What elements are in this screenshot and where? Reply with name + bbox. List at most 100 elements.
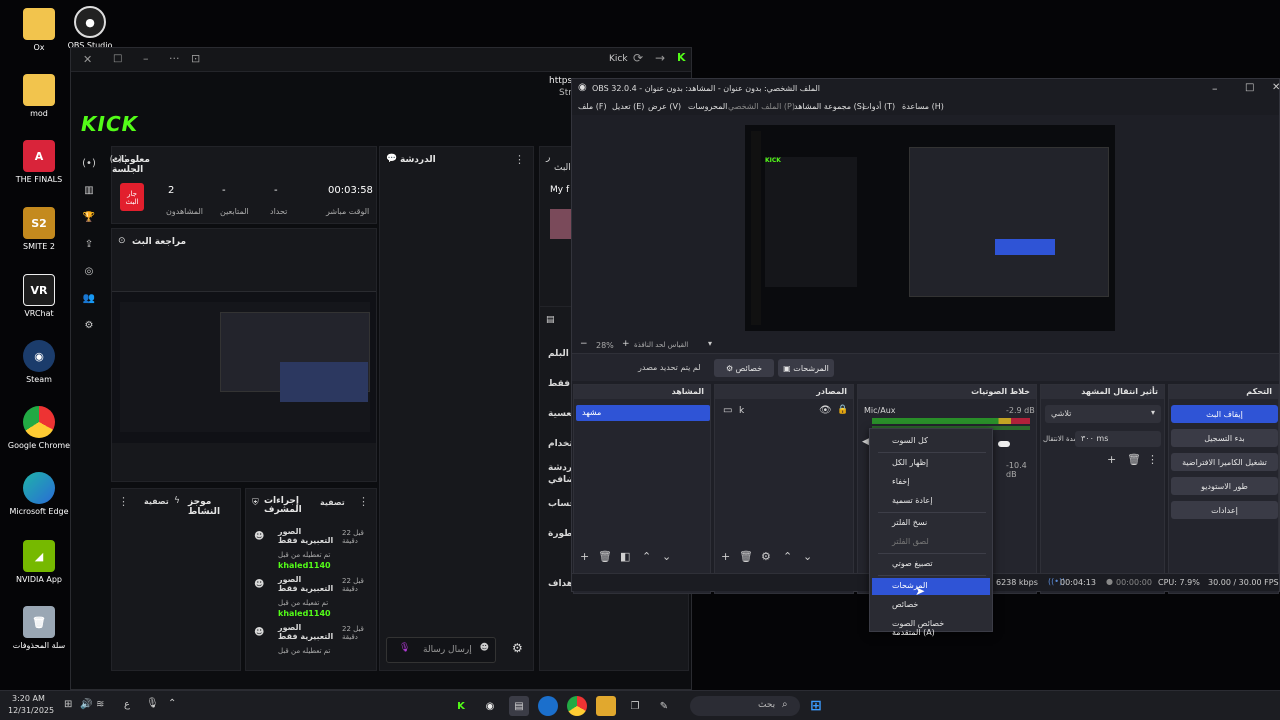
more-icon[interactable]: ···: [169, 52, 180, 65]
menu-docks[interactable]: المحروسات: [688, 102, 727, 111]
menu-item-rename[interactable]: إعادة تسمية: [872, 493, 990, 510]
desktop-icon-obs[interactable]: ● OBS Studio: [55, 6, 125, 50]
stop-streaming-button[interactable]: إيقاف البث: [1171, 405, 1278, 423]
language-indicator[interactable]: ع: [124, 699, 130, 710]
settings-icon[interactable]: ⚙: [80, 316, 98, 334]
source-item[interactable]: k: [739, 406, 744, 416]
chevron-down-icon[interactable]: ▾: [708, 339, 712, 348]
menu-help[interactable]: مساعدة (H): [902, 102, 944, 111]
trash-icon[interactable]: 🗑: [1127, 453, 1141, 466]
duration-input[interactable]: ٣٠٠ ms: [1075, 431, 1161, 447]
trophy-icon[interactable]: 🏆: [80, 208, 98, 226]
more-icon[interactable]: ⋮: [1147, 453, 1158, 466]
transition-select[interactable]: تلاشي ▾: [1045, 405, 1161, 423]
menu-item-unhide-all[interactable]: إظهار الكل: [872, 455, 990, 472]
chart-icon[interactable]: ▥: [80, 181, 98, 199]
obs-taskbar-icon[interactable]: ◉: [480, 696, 500, 716]
fit-label[interactable]: القياس لحد النافذة: [634, 341, 688, 349]
add-icon[interactable]: +: [1107, 453, 1116, 466]
mic-icon[interactable]: 🎙: [399, 643, 410, 653]
gear-icon[interactable]: ⚙: [761, 550, 771, 563]
speaker-icon[interactable]: ◀: [862, 437, 869, 447]
desktop-icon-chrome[interactable]: Google Chrome: [4, 406, 74, 450]
studio-mode-button[interactable]: طور الاستوديو: [1171, 477, 1278, 495]
menu-item-advanced-audio[interactable]: خصائص الصوت المتقدمة (A): [872, 616, 990, 637]
volume-slider[interactable]: [998, 441, 1010, 447]
search-box[interactable]: بحث ⌕: [690, 696, 800, 716]
mod-action-user[interactable]: khaled1140: [278, 561, 331, 570]
start-recording-button[interactable]: بدء التسجيل: [1171, 429, 1278, 447]
menu-item-paste-filters[interactable]: لصق الفلتر: [872, 534, 990, 551]
close-icon[interactable]: ✕: [1272, 82, 1280, 93]
screenshot-icon[interactable]: ⊡: [191, 52, 200, 65]
scene-item[interactable]: مشهد: [576, 405, 710, 421]
zoom-out-icon[interactable]: −: [580, 339, 588, 349]
more-icon[interactable]: ⋮: [358, 495, 369, 508]
trash-icon[interactable]: 🗑: [598, 550, 612, 563]
maximize-icon[interactable]: □: [1245, 82, 1254, 93]
add-icon[interactable]: +: [580, 550, 589, 563]
desktop-icon-smite[interactable]: S2 SMITE 2: [4, 207, 74, 251]
add-icon[interactable]: +: [721, 550, 730, 563]
desktop-icon-nvidia[interactable]: ◢ NVIDIA App: [4, 540, 74, 584]
wifi-icon[interactable]: ≋: [96, 699, 104, 710]
chevron-up-icon[interactable]: ⌃: [168, 698, 176, 709]
trash-icon[interactable]: 🗑: [739, 550, 753, 563]
more-icon[interactable]: ⋮: [118, 495, 129, 508]
volume-icon[interactable]: 🔊: [80, 699, 92, 710]
menu-item-filters[interactable]: المرشحات: [872, 578, 990, 595]
filters-button[interactable]: ▣ المرشحات: [778, 359, 834, 377]
maximize-icon[interactable]: □: [113, 53, 122, 64]
menu-item-audio-monitoring[interactable]: تصبيغ صوتي: [872, 556, 990, 573]
live-icon[interactable]: (•): [80, 154, 98, 172]
notification-icon[interactable]: ⊞: [64, 699, 72, 710]
kick-taskbar-icon[interactable]: K: [451, 696, 471, 716]
reload-icon[interactable]: ⟳: [633, 51, 643, 65]
menu-item-mute-all[interactable]: كل السوت: [872, 433, 990, 450]
zoom-in-icon[interactable]: +: [622, 339, 630, 349]
file-explorer-icon[interactable]: [596, 696, 616, 716]
chevron-up-icon[interactable]: ⌃: [783, 550, 792, 563]
target-icon[interactable]: ◎: [80, 262, 98, 280]
menu-scene-collection[interactable]: مجموعة المشاهد (S): [794, 102, 865, 111]
chrome-icon[interactable]: [567, 696, 587, 716]
forward-icon[interactable]: →: [655, 51, 665, 65]
chevron-up-icon[interactable]: ⌃: [642, 550, 651, 563]
chevron-down-icon[interactable]: ⌄: [662, 550, 671, 563]
desktop-icon-vrchat[interactable]: VR VRChat: [4, 274, 74, 318]
kick-logo[interactable]: KICK: [81, 112, 138, 136]
menu-item-properties[interactable]: خصائص: [872, 597, 990, 614]
close-icon[interactable]: ✕: [83, 53, 92, 66]
task-view-icon[interactable]: ❐: [625, 696, 645, 716]
desktop-icon-recycle-bin[interactable]: 🗑 سلة المحذوفات: [4, 606, 74, 650]
clock-date[interactable]: 12/31/2025: [8, 706, 54, 715]
filter-label[interactable]: تصفية: [144, 497, 169, 506]
store-icon[interactable]: ▤: [509, 696, 529, 716]
users-icon[interactable]: 👥: [80, 289, 98, 307]
filter-icon[interactable]: ◧: [620, 550, 630, 563]
menu-profile[interactable]: الملف الشخصي (P): [728, 102, 795, 111]
settings-button[interactable]: إعدادات: [1171, 501, 1278, 519]
edge-icon[interactable]: [538, 696, 558, 716]
filter-label[interactable]: تصفية: [320, 498, 345, 507]
menu-view[interactable]: عرض (V): [648, 102, 681, 111]
menu-tools[interactable]: أدوات (T): [862, 102, 895, 111]
folder-icon-mod[interactable]: mod: [4, 74, 74, 118]
minimize-icon[interactable]: –: [143, 52, 149, 65]
chevron-down-icon[interactable]: ⌄: [803, 550, 812, 563]
emoji-icon[interactable]: ☻: [480, 643, 489, 653]
desktop-icon-steam[interactable]: ◉ Steam: [4, 340, 74, 384]
minimize-icon[interactable]: –: [1212, 82, 1218, 95]
more-icon[interactable]: ⋮: [514, 153, 525, 166]
properties-button[interactable]: ⚙ خصائص: [714, 359, 774, 377]
desktop-icon-thefinals[interactable]: A THE FINALS: [4, 140, 74, 184]
windows-start-icon[interactable]: ⊞: [806, 696, 826, 716]
menu-file[interactable]: ملف (F): [578, 102, 607, 111]
desktop-icon-edge[interactable]: Microsoft Edge: [4, 472, 74, 516]
chat-input[interactable]: إرسال رسالة 🎙 ☻: [386, 637, 496, 663]
clock-time[interactable]: 3:20 AM: [12, 694, 45, 703]
virtual-camera-button[interactable]: تشغيل الكاميرا الافتراضية: [1171, 453, 1278, 471]
obs-preview[interactable]: KICK: [745, 125, 1115, 331]
mod-action-user[interactable]: khaled1140: [278, 609, 331, 618]
menu-item-copy-filters[interactable]: نسخ الفلتر: [872, 515, 990, 532]
